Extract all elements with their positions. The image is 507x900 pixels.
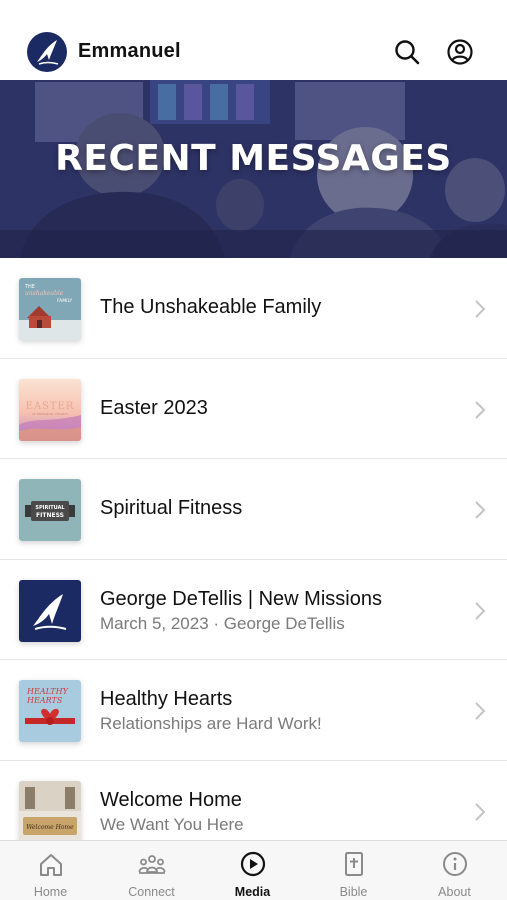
healthy-hearts-thumbnail: HEALTHY HEARTS [19, 680, 81, 742]
hero-banner: RECENT MESSAGES [0, 80, 507, 258]
chevron-right-icon [475, 501, 486, 519]
tab-bible[interactable]: Bible [303, 841, 404, 900]
message-subtitle: Relationships are Hard Work! [100, 714, 322, 733]
chevron-right-icon [475, 601, 486, 620]
bottom-tab-bar: Home Connect Media Bible About [0, 840, 507, 900]
message-subtitle: We Want You Here [100, 814, 244, 834]
search-icon[interactable] [393, 38, 421, 66]
chevron-right-icon [475, 400, 486, 419]
tab-media[interactable]: Media [202, 841, 303, 900]
home-icon [40, 854, 62, 876]
message-row-healthy-hearts[interactable]: HEALTHY HEARTS Healthy Hearts Relationsh… [0, 660, 507, 761]
message-row-spiritual-fitness[interactable]: SPIRITUAL FITNESS Spiritual Fitness [0, 459, 507, 560]
message-title: Welcome Home [100, 788, 242, 811]
svg-text:FITNESS: FITNESS [36, 512, 64, 519]
message-title: Spiritual Fitness [100, 497, 243, 519]
message-title: Easter 2023 [100, 396, 208, 419]
tab-label: Home [33, 885, 68, 899]
welcome-home-thumbnail: Welcome Home [19, 780, 81, 843]
play-icon [240, 851, 266, 877]
tab-label: About [438, 885, 471, 899]
tab-label: Connect [128, 885, 175, 899]
message-row-easter-2023[interactable]: EASTER AT EMMANUEL CHURCH Easter 2023 [0, 358, 507, 459]
tab-connect[interactable]: Connect [101, 841, 202, 900]
message-list: THE unshakeable FAMILY The Unshakeable F… [0, 258, 507, 861]
svg-text:AT EMMANUEL CHURCH: AT EMMANUEL CHURCH [32, 412, 68, 416]
svg-text:SPIRITUAL: SPIRITUAL [35, 505, 65, 511]
svg-text:FAMILY: FAMILY [57, 298, 72, 304]
unshakeable-family-thumbnail: THE unshakeable FAMILY [19, 278, 81, 340]
info-icon [443, 852, 467, 876]
svg-text:HEALTHY: HEALTHY [26, 687, 69, 696]
bible-icon [345, 852, 363, 876]
svg-text:unshakeable: unshakeable [25, 290, 64, 297]
church-logo[interactable] [27, 32, 67, 72]
chevron-right-icon [475, 702, 486, 720]
easter-thumbnail: EASTER AT EMMANUEL CHURCH [19, 378, 81, 441]
hero-title: RECENT MESSAGES [55, 138, 452, 179]
spiritual-fitness-thumbnail: SPIRITUAL FITNESS [19, 479, 81, 541]
tab-label: Media [234, 885, 271, 899]
chevron-right-icon [475, 300, 486, 318]
brand-name: Emmanuel [78, 40, 181, 62]
message-row-unshakeable-family[interactable]: THE unshakeable FAMILY The Unshakeable F… [0, 258, 507, 359]
chevron-right-icon [475, 802, 486, 821]
account-icon[interactable] [446, 38, 474, 66]
message-title: Healthy Hearts [100, 688, 233, 710]
svg-text:HEARTS: HEARTS [26, 696, 63, 705]
new-missions-thumbnail [19, 579, 81, 642]
tab-label: Bible [339, 885, 368, 899]
app-header: Emmanuel [0, 0, 507, 80]
tab-home[interactable]: Home [0, 841, 101, 900]
message-title: George DeTellis | New Missions [100, 587, 382, 610]
svg-text:Welcome Home: Welcome Home [26, 824, 74, 831]
message-title: The Unshakeable Family [100, 296, 322, 318]
message-subtitle: March 5, 2023 · George DeTellis [100, 613, 345, 633]
tab-about[interactable]: About [404, 841, 505, 900]
message-row-new-missions[interactable]: George DeTellis | New Missions March 5, … [0, 559, 507, 660]
people-icon [138, 855, 166, 874]
svg-text:EASTER: EASTER [26, 401, 75, 412]
